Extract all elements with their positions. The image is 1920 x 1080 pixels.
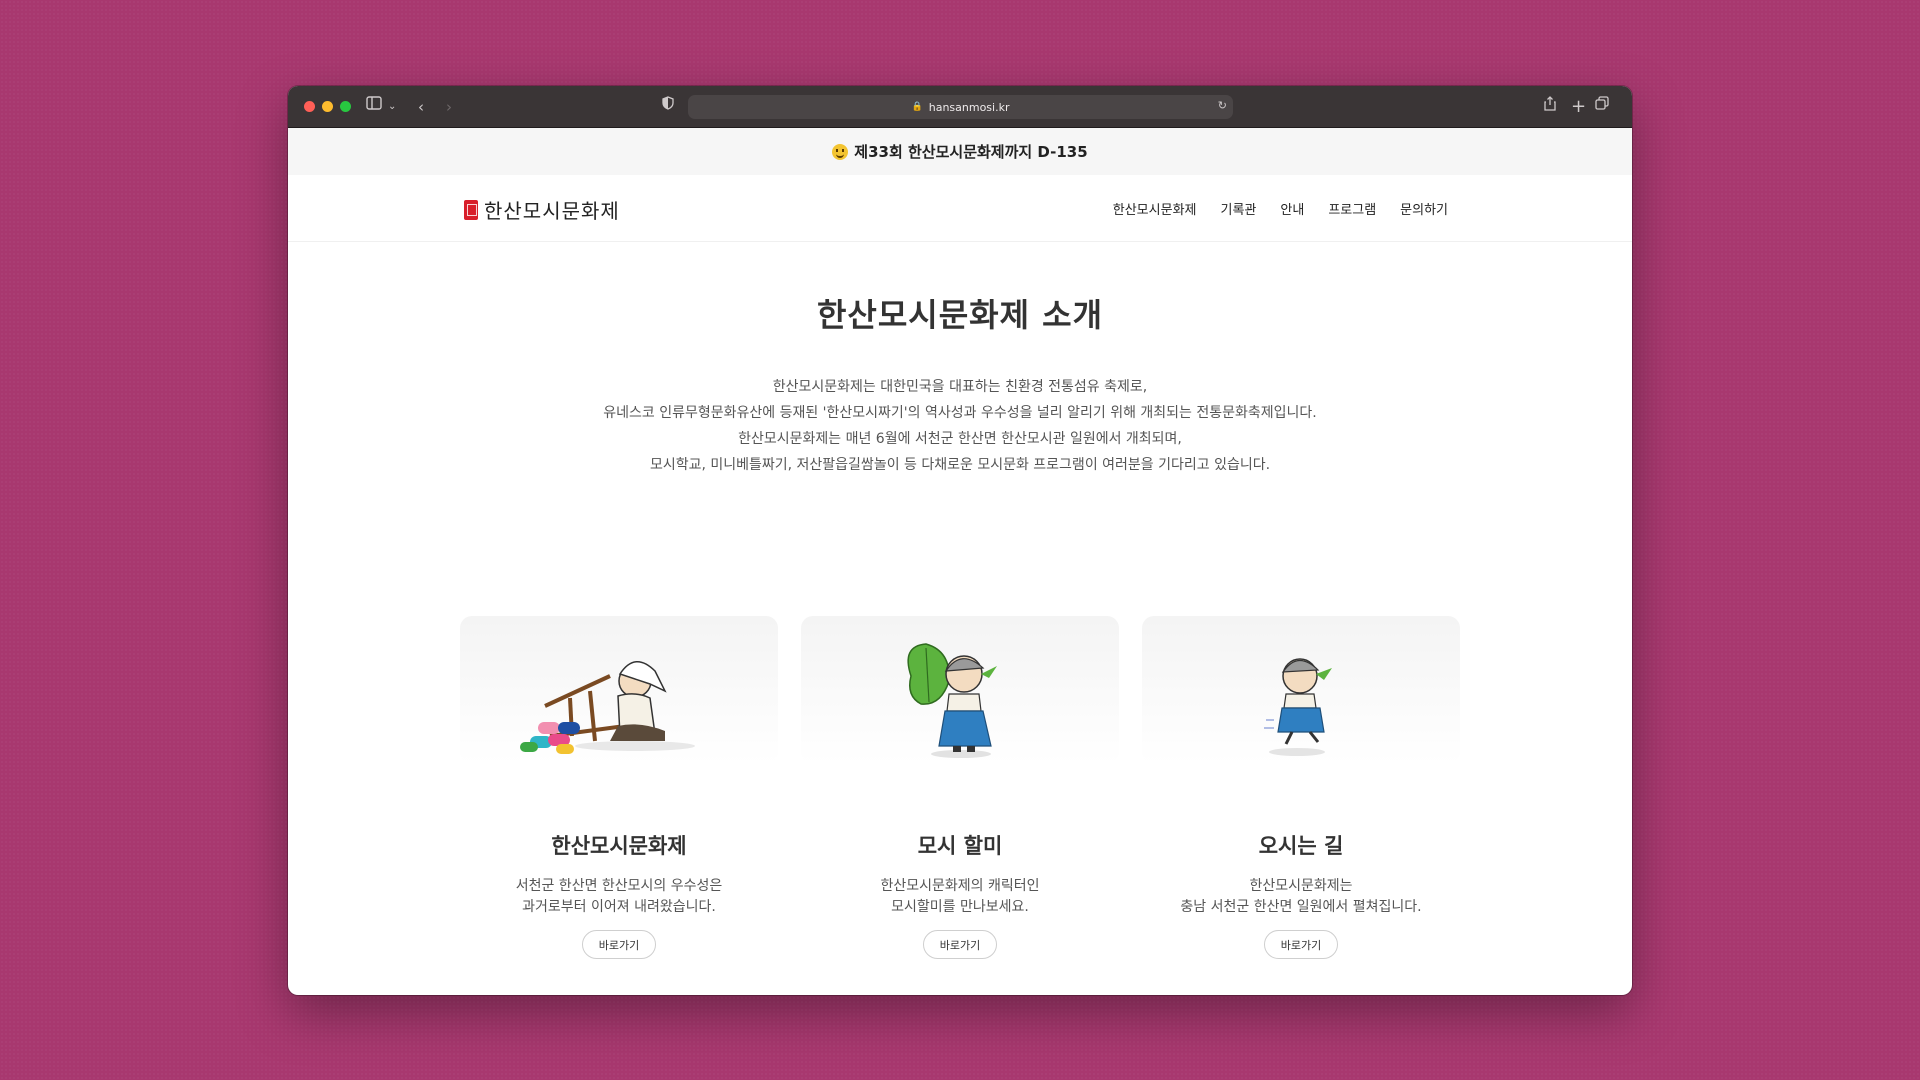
intro-line: 한산모시문화제는 매년 6월에 서천군 한산면 한산모시관 일원에서 개최되며, <box>738 431 1182 447</box>
intro-line: 모시학교, 미니베틀짜기, 저산팔읍길쌈놀이 등 다채로운 모시문화 프로그램이… <box>649 457 1271 473</box>
menu-item-guide[interactable]: 안내 <box>1280 199 1304 218</box>
minimize-window-button[interactable] <box>322 101 333 112</box>
card-description: 서천군 한산면 한산모시의 우수성은 과거로부터 이어져 내려왔습니다. <box>515 878 723 915</box>
menu-item-program[interactable]: 프로그램 <box>1328 199 1376 218</box>
site-header: 한산모시문화제 한산모시문화제 기록관 안내 프로그램 문의하기 <box>288 175 1632 242</box>
go-button[interactable]: 바로가기 <box>582 930 656 959</box>
new-tab-icon[interactable]: + <box>1571 96 1586 118</box>
back-icon[interactable]: ‹ <box>418 96 424 118</box>
window-controls <box>304 101 351 112</box>
go-button[interactable]: 바로가기 <box>1264 930 1338 959</box>
chevron-down-icon[interactable]: ⌄ <box>388 96 396 118</box>
intro-text: 한산모시문화제는 대한민국을 대표하는 친환경 전통섬유 축제로, 유네스코 인… <box>288 374 1632 478</box>
tab-overview-icon[interactable] <box>1595 96 1609 110</box>
page-title: 한산모시문화제 소개 <box>816 296 1104 334</box>
intro-section: 한산모시문화제 소개 한산모시문화제는 대한민국을 대표하는 친환경 전통섬유 … <box>288 242 1632 478</box>
menu-item-contact[interactable]: 문의하기 <box>1400 199 1448 218</box>
go-button[interactable]: 바로가기 <box>923 930 997 959</box>
card-title: 모시 할미 <box>917 834 1003 858</box>
announcement-text: 제33회 한산모시문화제까지 D-135 <box>854 143 1088 161</box>
card-description: 한산모시문화제의 캐릭터인 모시할미를 만나보세요. <box>880 878 1040 915</box>
card-festival: 한산모시문화제 서천군 한산면 한산모시의 우수성은 과거로부터 이어져 내려왔… <box>460 616 778 959</box>
sidebar-icon[interactable] <box>366 96 382 110</box>
zoom-window-button[interactable] <box>340 101 351 112</box>
seal-icon <box>464 199 478 220</box>
intro-line: 유네스코 인류무형문화유산에 등재된 '한산모시짜기'의 역사성과 우수성을 널… <box>603 405 1317 421</box>
share-icon[interactable] <box>1544 96 1556 111</box>
reload-icon[interactable]: ↻ <box>1218 99 1227 112</box>
address-bar[interactable]: 🔒 hansanmosi.kr ↻ <box>688 95 1233 119</box>
intro-line: 한산모시문화제는 대한민국을 대표하는 친환경 전통섬유 축제로, <box>772 379 1148 395</box>
card-mosi-halmi: 모시 할미 한산모시문화제의 캐릭터인 모시할미를 만나보세요. 바로가기 <box>801 616 1119 959</box>
lock-icon: 🔒 <box>911 102 923 112</box>
menu-item-festival[interactable]: 한산모시문화제 <box>1113 199 1197 218</box>
card-description: 한산모시문화제는 충남 서천군 한산면 일원에서 펼쳐집니다. <box>1180 878 1422 915</box>
mosi-halmi-illustration <box>801 616 1119 764</box>
browser-window: ⌄ ‹ › 🔒 hansanmosi.kr ↻ + 제33회 한산모시문화제까지… <box>288 86 1632 995</box>
url-text: hansanmosi.kr <box>928 100 1010 114</box>
card-directions: 오시는 길 한산모시문화제는 충남 서천군 한산면 일원에서 펼쳐집니다. 바로… <box>1142 616 1460 959</box>
card-title: 오시는 길 <box>1258 834 1344 858</box>
main-menu: 한산모시문화제 기록관 안내 프로그램 문의하기 <box>1113 199 1448 218</box>
running-grandma-illustration <box>1142 616 1460 764</box>
browser-toolbar: ⌄ ‹ › 🔒 hansanmosi.kr ↻ + <box>288 86 1632 128</box>
menu-item-archive[interactable]: 기록관 <box>1221 199 1257 218</box>
forward-icon[interactable]: › <box>446 96 452 118</box>
weaving-grandma-illustration <box>460 616 778 764</box>
announcement-bar: 제33회 한산모시문화제까지 D-135 <box>288 128 1632 175</box>
logo-text: 한산모시문화제 <box>484 199 620 223</box>
close-window-button[interactable] <box>304 101 315 112</box>
feature-cards: 한산모시문화제 서천군 한산면 한산모시의 우수성은 과거로부터 이어져 내려왔… <box>460 616 1460 959</box>
smiley-icon <box>832 143 849 160</box>
card-title: 한산모시문화제 <box>551 834 687 858</box>
site-logo[interactable]: 한산모시문화제 <box>464 195 620 224</box>
privacy-shield-icon[interactable] <box>662 96 674 110</box>
